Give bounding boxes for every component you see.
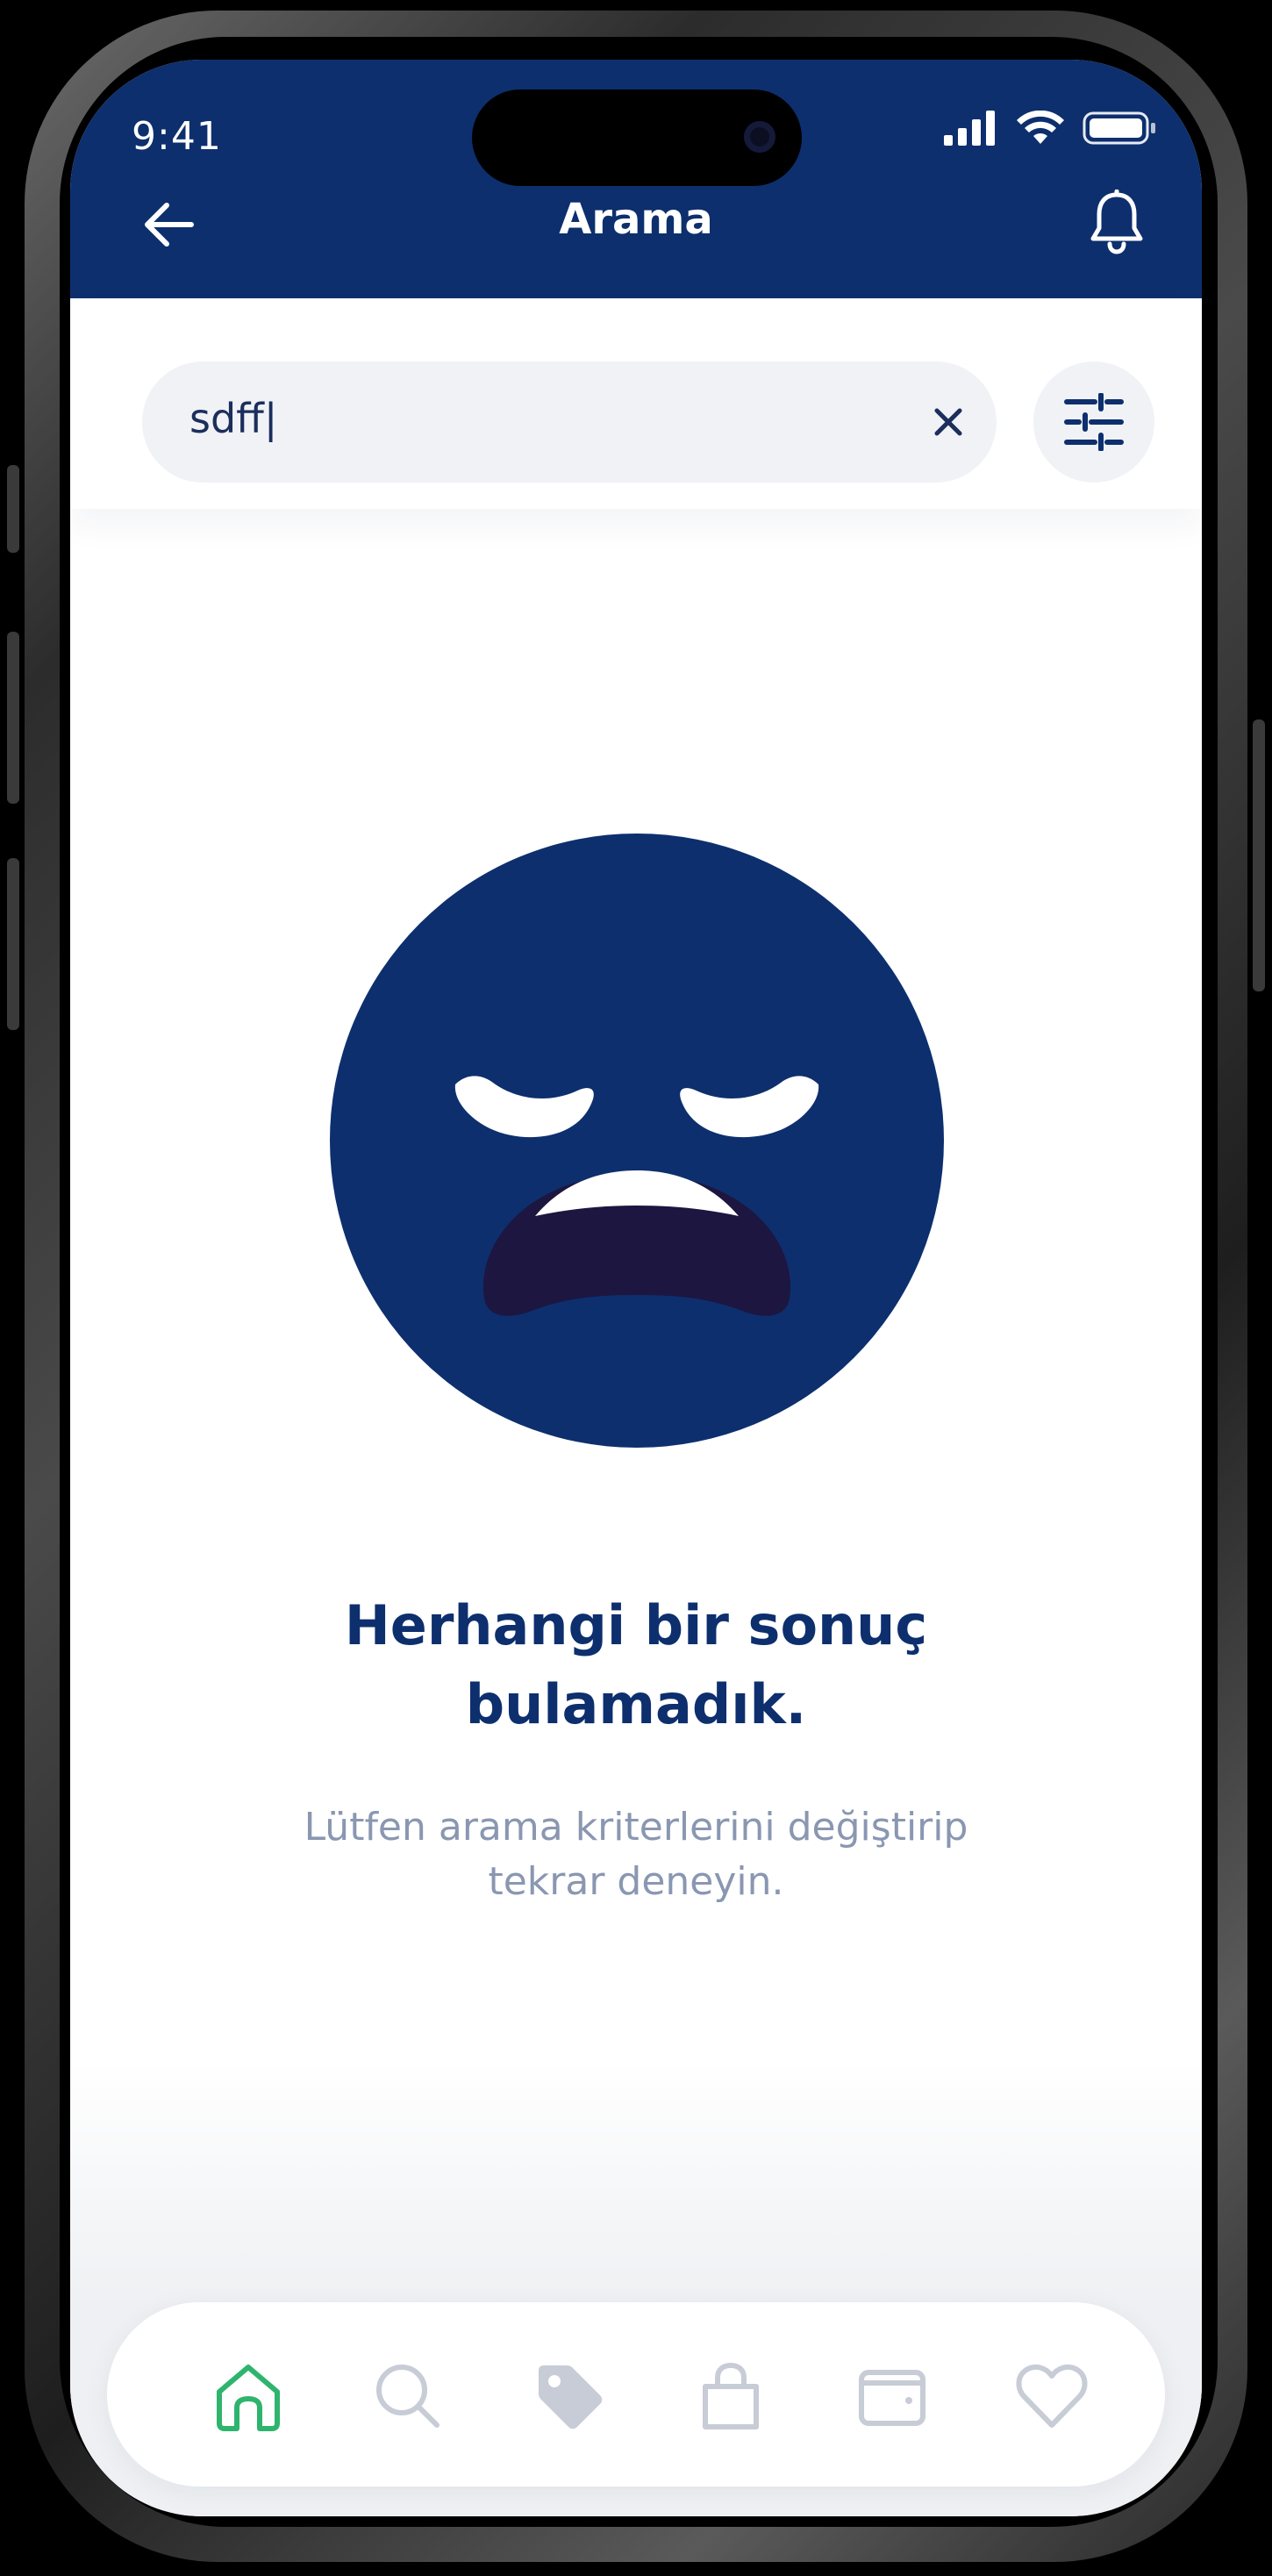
search-icon — [376, 2365, 439, 2428]
battery-icon — [1083, 111, 1155, 145]
tired-face-illustration — [330, 834, 944, 1448]
bell-icon — [1090, 189, 1143, 254]
nav-home[interactable] — [209, 2357, 288, 2436]
search-value: sdff| — [189, 395, 277, 442]
description-line-2: tekrar deneyin. — [488, 1859, 784, 1904]
filter-button[interactable] — [1033, 361, 1154, 483]
status-time: 9:41 — [132, 114, 222, 159]
signal-icon — [944, 111, 995, 146]
search-input[interactable]: sdff| — [142, 361, 997, 483]
wifi-icon — [1017, 111, 1064, 144]
clear-search-button[interactable] — [926, 400, 970, 444]
headline-line-2: bulamadık. — [465, 1672, 807, 1736]
nav-cart[interactable] — [691, 2357, 770, 2436]
volume-down-button — [7, 858, 19, 1030]
empty-state-headline: Herhangi bir sonuç bulamadık. — [70, 1586, 1202, 1744]
nav-search[interactable] — [368, 2357, 447, 2436]
search-query-text: sdff — [189, 395, 264, 442]
action-button — [7, 465, 19, 553]
page-title: Arama — [559, 195, 713, 244]
sliders-icon — [1064, 393, 1124, 451]
tag-icon — [539, 2365, 603, 2429]
dynamic-island — [472, 89, 802, 186]
empty-state-description: Lütfen arama kriterlerini değiştirip tek… — [70, 1800, 1202, 1909]
volume-up-button — [7, 632, 19, 804]
app-header: 9:41 Arama — [70, 60, 1202, 298]
notifications-button[interactable] — [1086, 189, 1147, 256]
headline-line-1: Herhangi bir sonuç — [344, 1593, 928, 1657]
nav-campaigns[interactable] — [530, 2357, 609, 2436]
camera-icon — [744, 121, 775, 153]
description-line-1: Lütfen arama kriterlerini değiştirip — [304, 1805, 968, 1850]
close-icon — [934, 408, 962, 436]
heart-icon — [1016, 2364, 1088, 2428]
bag-icon — [703, 2362, 759, 2429]
app-screen: 9:41 Arama sdff| Herhangi bir sonuç bula… — [70, 60, 1202, 2516]
home-icon — [217, 2365, 280, 2431]
nav-wallet[interactable] — [853, 2357, 932, 2436]
text-caret: | — [263, 395, 278, 442]
nav-favorites[interactable] — [1012, 2357, 1091, 2436]
search-area: sdff| — [70, 298, 1202, 509]
wallet-icon — [859, 2370, 925, 2426]
bottom-navigation — [107, 2302, 1165, 2487]
power-button — [1253, 719, 1265, 991]
status-icons — [944, 111, 1156, 146]
